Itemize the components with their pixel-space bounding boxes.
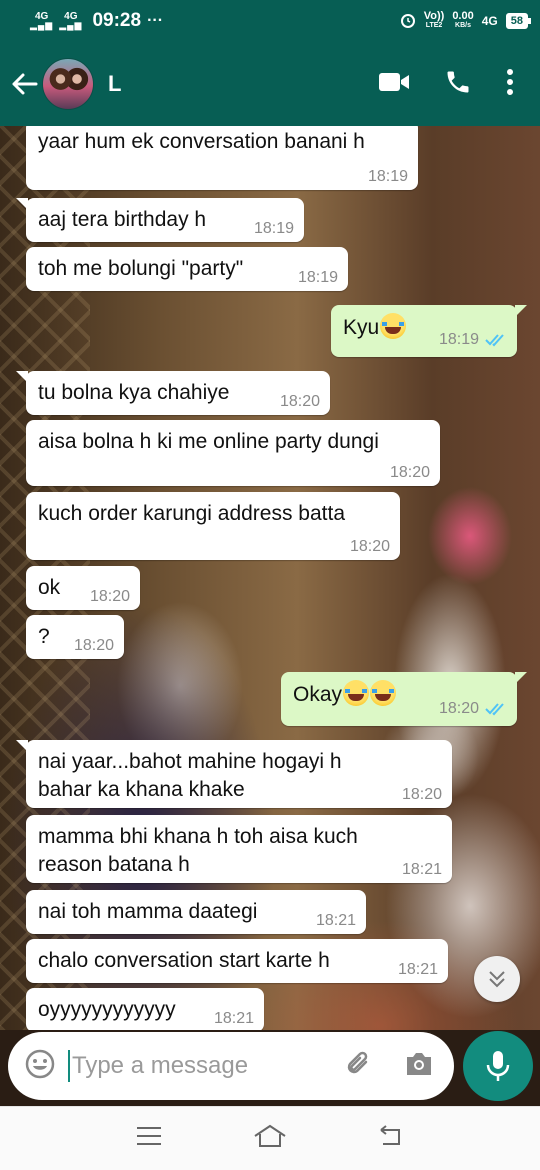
status-more-icon: ··· (147, 12, 164, 29)
network-speed: 0.00 KB/s (452, 10, 474, 30)
message-text: yaar hum ek conversation banani h (38, 130, 365, 153)
contact-avatar[interactable] (42, 58, 94, 110)
read-ticks-icon (485, 334, 504, 347)
voice-message-button[interactable] (463, 1031, 533, 1101)
message-incoming[interactable]: kuch order karungi address batta 18:20 (26, 492, 400, 560)
message-text: aisa bolna h ki me online party dungi (38, 430, 379, 453)
camera-icon[interactable] (404, 1050, 434, 1083)
message-text: Okay (293, 683, 343, 706)
message-time: 18:21 (315, 912, 356, 929)
message-time: 18:19 (253, 220, 294, 237)
chat-header: L (0, 42, 540, 126)
message-text: tu bolna kya chahiye (38, 381, 230, 404)
message-time: 18:20 (349, 538, 390, 555)
message-incoming[interactable]: toh me bolungi "party" 18:19 (26, 247, 348, 291)
battery-icon: 58 (505, 13, 532, 29)
emoji-icon[interactable] (24, 1048, 56, 1085)
message-text: chalo conversation start karte h (38, 949, 330, 972)
back-arrow-icon[interactable] (10, 70, 38, 98)
network-type: 4G (481, 14, 498, 28)
chat-area[interactable]: yaar hum ek conversation banani h 18:19 … (0, 126, 540, 1030)
more-options-icon[interactable] (506, 68, 514, 101)
message-time: 18:20 (438, 700, 479, 717)
voice-call-icon[interactable] (444, 68, 472, 101)
message-time: 18:19 (297, 269, 338, 286)
signal-icon-2: 4G ▂▄▆ (59, 11, 83, 30)
message-outgoing[interactable]: Kyu 18:19 (331, 305, 527, 357)
video-call-icon[interactable] (378, 71, 410, 98)
message-time: 18:19 (438, 331, 479, 348)
message-incoming[interactable]: ? 18:20 (26, 615, 124, 659)
message-text: nai yaar...bahot mahine hogayi h bahar k… (38, 750, 342, 801)
message-text: kuch order karungi address batta (38, 502, 346, 525)
message-text: toh me bolungi "party" (38, 257, 244, 280)
signal-icon-1: 4G ▂▄▆ (30, 11, 54, 30)
message-outgoing[interactable]: Okay 18:20 (281, 672, 527, 726)
microphone-icon (486, 1051, 510, 1081)
attach-icon[interactable] (344, 1049, 374, 1084)
message-input-bar: Type a message (8, 1032, 454, 1100)
message-time: 18:21 (397, 961, 438, 978)
message-incoming[interactable]: nai yaar...bahot mahine hogayi h bahar k… (16, 740, 452, 808)
message-time: 18:20 (89, 588, 130, 605)
message-time: 18:20 (389, 464, 430, 481)
message-text: mamma bhi khana h toh aisa kuch reason b… (38, 825, 358, 876)
message-time: 18:20 (279, 393, 320, 410)
message-incoming[interactable]: yaar hum ek conversation banani h 18:19 (26, 126, 418, 190)
message-text: nai toh mamma daategi (38, 900, 258, 923)
laughing-emoji-icon (370, 680, 397, 706)
message-text: Kyu (343, 316, 380, 339)
message-incoming[interactable]: oyyyyyyyyyyyy 18:21 (26, 988, 264, 1030)
message-incoming[interactable]: nai toh mamma daategi 18:21 (26, 890, 366, 934)
scroll-to-bottom-button[interactable] (474, 956, 520, 1002)
volte-indicator: Vo)) LTE2 (423, 10, 445, 30)
read-ticks-icon (485, 703, 504, 716)
message-incoming[interactable]: tu bolna kya chahiye 18:20 (16, 371, 330, 415)
status-time: 09:28 (92, 10, 142, 31)
menu-icon[interactable] (135, 1125, 163, 1152)
message-time: 18:20 (73, 637, 114, 654)
message-incoming[interactable]: chalo conversation start karte h 18:21 (26, 939, 448, 983)
message-input[interactable]: Type a message (68, 1050, 344, 1082)
message-time: 18:19 (367, 168, 408, 185)
message-incoming[interactable]: mamma bhi khana h toh aisa kuch reason b… (26, 815, 452, 883)
double-chevron-down-icon (489, 971, 505, 988)
laughing-emoji-icon (380, 313, 407, 339)
message-time: 18:21 (401, 861, 442, 878)
message-time: 18:21 (213, 1010, 254, 1027)
system-nav-bar (0, 1106, 540, 1170)
status-bar: 4G ▂▄▆ 4G ▂▄▆ 09:28 ··· Vo)) LTE2 0.00 KB/s … (0, 0, 540, 42)
alarm-icon (400, 12, 416, 31)
message-incoming[interactable]: ok 18:20 (26, 566, 140, 610)
message-time: 18:20 (401, 786, 442, 803)
laughing-emoji-icon (343, 680, 370, 706)
message-incoming[interactable]: aaj tera birthday h 18:19 (16, 198, 304, 242)
back-icon[interactable] (377, 1124, 405, 1153)
message-incoming[interactable]: aisa bolna h ki me online party dungi 18… (26, 420, 440, 486)
contact-name[interactable]: L (108, 71, 121, 97)
home-icon[interactable] (253, 1124, 287, 1153)
